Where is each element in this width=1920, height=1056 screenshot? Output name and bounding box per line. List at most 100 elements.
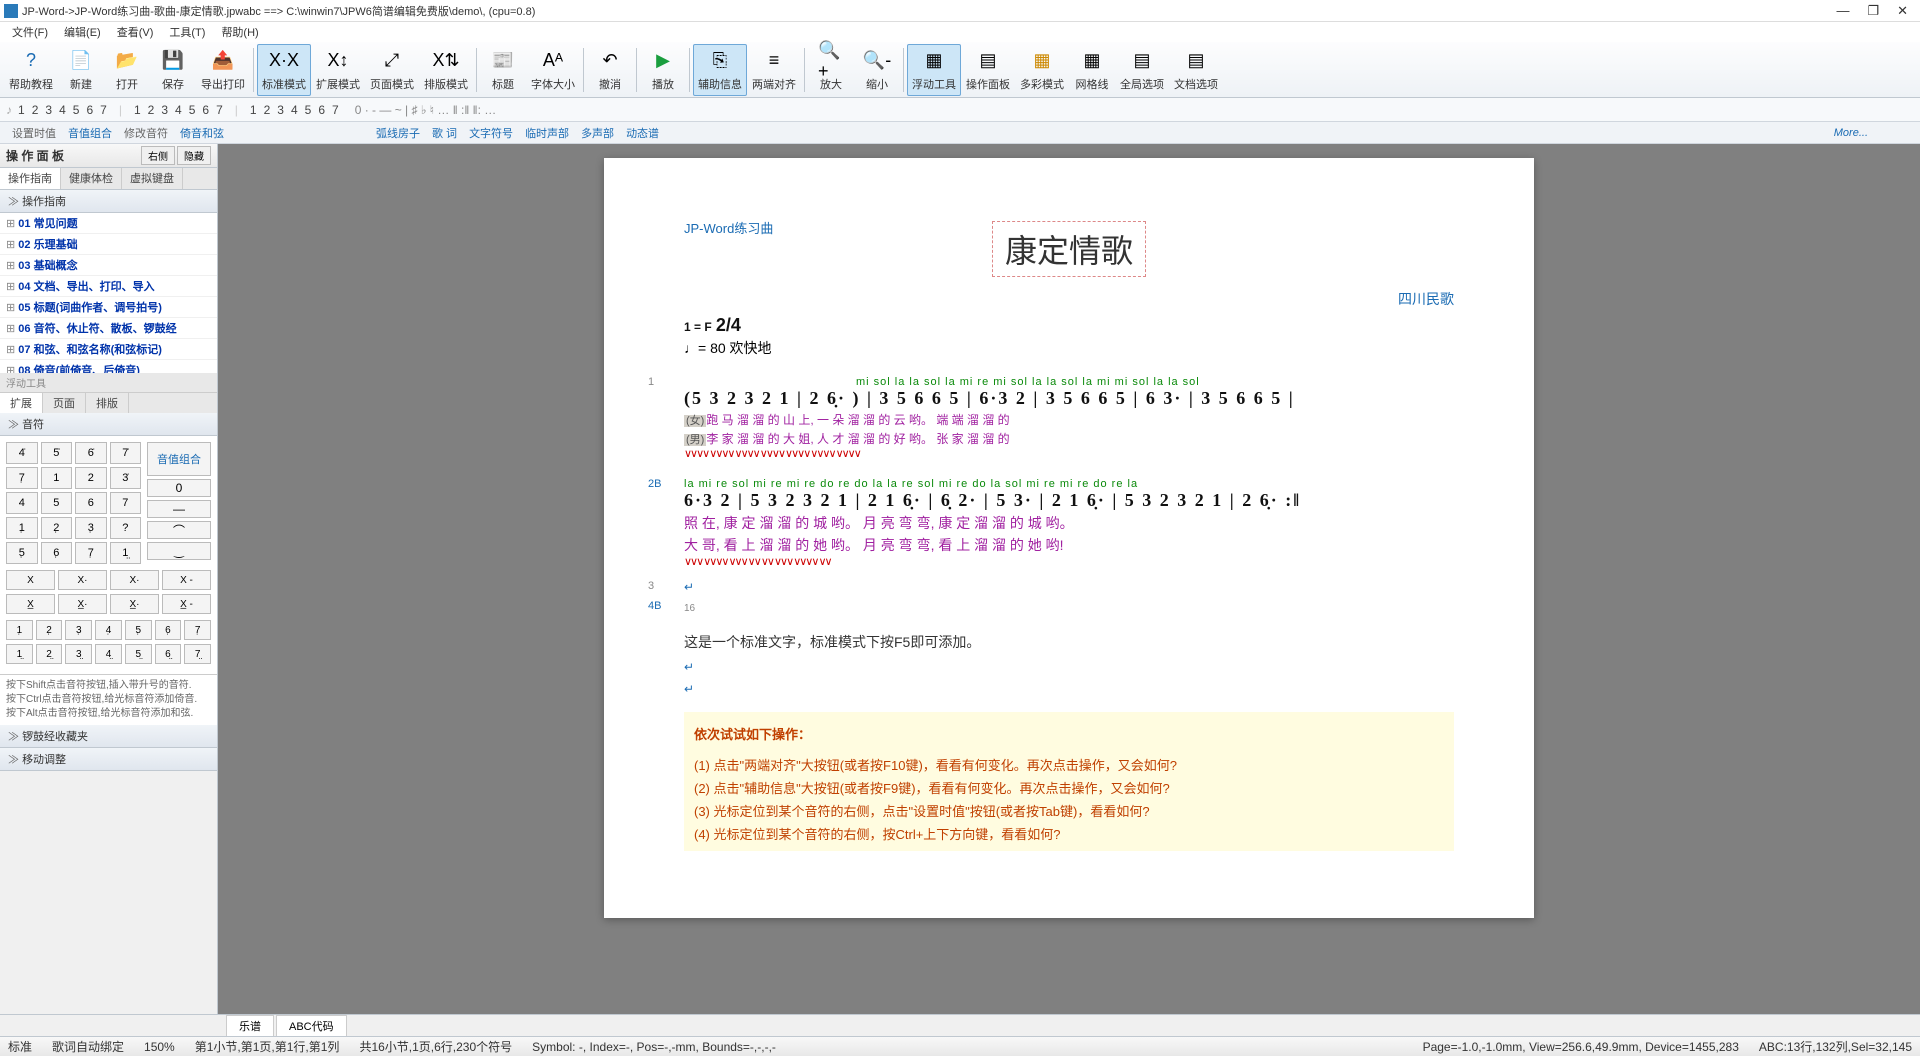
nu2[interactable]: 2̣ bbox=[36, 620, 63, 640]
menu-item[interactable]: 文件(F) bbox=[6, 24, 54, 40]
nx2[interactable]: X· bbox=[58, 570, 107, 590]
note-1l[interactable]: 1̣ bbox=[6, 517, 38, 539]
opt-lyric[interactable]: 歌 词 bbox=[426, 125, 463, 141]
note-1ll[interactable]: 1̤ bbox=[110, 542, 142, 564]
opt-text-symbol[interactable]: 文字符号 bbox=[463, 125, 519, 141]
note-1[interactable]: 1 bbox=[41, 467, 73, 489]
panel-hide-button[interactable]: 隐藏 bbox=[177, 146, 211, 165]
toolbar-辅助信息[interactable]: ⎘辅助信息 bbox=[693, 44, 747, 96]
toolbar-页面模式[interactable]: ⤢页面模式 bbox=[365, 44, 419, 96]
section-notes[interactable]: 音符 bbox=[0, 413, 217, 436]
section-guide[interactable]: 操作指南 bbox=[0, 190, 217, 213]
opt-more[interactable]: More... bbox=[1828, 127, 1874, 139]
toolbar-新建[interactable]: 📄新建 bbox=[58, 44, 104, 96]
note-tie[interactable]: ⌒ bbox=[147, 521, 211, 539]
note-6[interactable]: 6 bbox=[75, 492, 107, 514]
num-button[interactable]: 6 bbox=[316, 103, 327, 117]
toolbar-标题[interactable]: 📰标题 bbox=[480, 44, 526, 96]
toolbar-操作面板[interactable]: ▤操作面板 bbox=[961, 44, 1015, 96]
tab-guide[interactable]: 操作指南 bbox=[0, 168, 61, 189]
menu-item[interactable]: 工具(T) bbox=[163, 24, 211, 40]
modetab-extend[interactable]: 扩展 bbox=[0, 393, 43, 413]
nx8[interactable]: X̲ - bbox=[162, 594, 211, 614]
nd4[interactable]: 4̤ bbox=[95, 644, 122, 664]
note-3l[interactable]: 3̣ bbox=[75, 517, 107, 539]
toolbar-多彩模式[interactable]: ▦多彩模式 bbox=[1015, 44, 1069, 96]
num-button[interactable]: 3 bbox=[43, 103, 54, 117]
nx7[interactable]: X̲· bbox=[110, 594, 159, 614]
note-2l[interactable]: 2̣ bbox=[41, 517, 73, 539]
menu-item[interactable]: 编辑(E) bbox=[58, 24, 107, 40]
num-button[interactable]: 2 bbox=[30, 103, 41, 117]
notes-2[interactable]: 6·3 2 | 5 3 2 3 2 1 | 2 1 6̣· | 6̣ 2· | … bbox=[684, 490, 1454, 511]
opt-temp-voice[interactable]: 临时声部 bbox=[519, 125, 575, 141]
nd5[interactable]: 5̤ bbox=[125, 644, 152, 664]
opt-note-group[interactable]: 音值组合 bbox=[62, 125, 118, 141]
section-move[interactable]: 移动调整 bbox=[0, 748, 217, 771]
maximize-button[interactable]: ❐ bbox=[1867, 3, 1879, 19]
num-button[interactable]: 7 bbox=[330, 103, 341, 117]
menu-item[interactable]: 查看(V) bbox=[111, 24, 160, 40]
nu7[interactable]: 7̣ bbox=[184, 620, 211, 640]
nd2[interactable]: 2̤ bbox=[36, 644, 63, 664]
text-note[interactable]: 这是一个标准文字，标准模式下按F5即可添加。 bbox=[684, 632, 1454, 652]
num-button[interactable]: 1 bbox=[132, 103, 143, 117]
note-3d[interactable]: 3̇ bbox=[110, 467, 142, 489]
num-button[interactable]: 4 bbox=[57, 103, 68, 117]
note-7d[interactable]: 7̇ bbox=[110, 442, 142, 464]
toolbar-排版模式[interactable]: X⇅排版模式 bbox=[419, 44, 473, 96]
opt-dynamic[interactable]: 动态谱 bbox=[620, 125, 665, 141]
note-4d[interactable]: 4̇ bbox=[6, 442, 38, 464]
num-button[interactable]: 5 bbox=[187, 103, 198, 117]
modetab-page[interactable]: 页面 bbox=[43, 393, 86, 413]
toolbar-文档选项[interactable]: ▤文档选项 bbox=[1169, 44, 1223, 96]
num-button[interactable]: 1 bbox=[248, 103, 259, 117]
doc-title[interactable]: 康定情歌 bbox=[992, 221, 1146, 277]
toolbar-浮动工具[interactable]: ▦浮动工具 bbox=[907, 44, 961, 96]
toolbar-放大[interactable]: 🔍+放大 bbox=[808, 44, 854, 96]
guide-item[interactable]: 02 乐理基础 bbox=[0, 234, 217, 255]
toolbar-导出打印[interactable]: 📤导出打印 bbox=[196, 44, 250, 96]
nx5[interactable]: X̲ bbox=[6, 594, 55, 614]
note-7l[interactable]: 7̣ bbox=[75, 542, 107, 564]
note-group-button[interactable]: 音值组合 bbox=[147, 442, 211, 476]
toolbar-播放[interactable]: ▶播放 bbox=[640, 44, 686, 96]
nx6[interactable]: X̲· bbox=[58, 594, 107, 614]
toolbar-缩小[interactable]: 🔍-缩小 bbox=[854, 44, 900, 96]
nd3[interactable]: 3̤ bbox=[65, 644, 92, 664]
notes-1[interactable]: (5 3 2 3 2 1 | 2 6̣· ) | 3 5 6 6 5 | 6·3… bbox=[684, 388, 1454, 409]
toolbar-网格线[interactable]: ▦网格线 bbox=[1069, 44, 1115, 96]
opt-set-duration[interactable]: 设置时值 bbox=[6, 125, 62, 141]
nu3[interactable]: 3̣ bbox=[65, 620, 92, 640]
menu-item[interactable]: 帮助(H) bbox=[215, 24, 264, 40]
panel-right-button[interactable]: 右侧 bbox=[141, 146, 175, 165]
note-dash[interactable]: — bbox=[147, 500, 211, 518]
note-5d[interactable]: 5̇ bbox=[41, 442, 73, 464]
num-button[interactable]: 7 bbox=[214, 103, 225, 117]
num-button[interactable]: 2 bbox=[146, 103, 157, 117]
note-5[interactable]: 5 bbox=[41, 492, 73, 514]
nx3[interactable]: X· bbox=[110, 570, 159, 590]
guide-item[interactable]: 03 基础概念 bbox=[0, 255, 217, 276]
guide-item[interactable]: 05 标题(词曲作者、调号拍号) bbox=[0, 297, 217, 318]
toolbar-保存[interactable]: 💾保存 bbox=[150, 44, 196, 96]
num-button[interactable]: 4 bbox=[173, 103, 184, 117]
num-button[interactable]: 3 bbox=[159, 103, 170, 117]
note-7[interactable]: 7 bbox=[110, 492, 142, 514]
note-5l[interactable]: 5̣ bbox=[6, 542, 38, 564]
num-button[interactable]: 1 bbox=[16, 103, 27, 117]
note-4[interactable]: 4 bbox=[6, 492, 38, 514]
tab-score[interactable]: 乐谱 bbox=[226, 1015, 274, 1036]
note-6d[interactable]: 6̇ bbox=[75, 442, 107, 464]
nd6[interactable]: 6̤ bbox=[155, 644, 182, 664]
note-slur[interactable]: ‿ bbox=[147, 542, 211, 560]
toolbar-标准模式[interactable]: X·X标准模式 bbox=[257, 44, 311, 96]
nu4[interactable]: 4̣ bbox=[95, 620, 122, 640]
nu6[interactable]: 6̣ bbox=[155, 620, 182, 640]
num-button[interactable]: 5 bbox=[303, 103, 314, 117]
guide-item[interactable]: 06 音符、休止符、散板、锣鼓经 bbox=[0, 318, 217, 339]
num-button[interactable]: 3 bbox=[275, 103, 286, 117]
nx1[interactable]: X bbox=[6, 570, 55, 590]
toolbar-撤消[interactable]: ↶撤消 bbox=[587, 44, 633, 96]
toolbar-字体大小[interactable]: Aᴬ字体大小 bbox=[526, 44, 580, 96]
